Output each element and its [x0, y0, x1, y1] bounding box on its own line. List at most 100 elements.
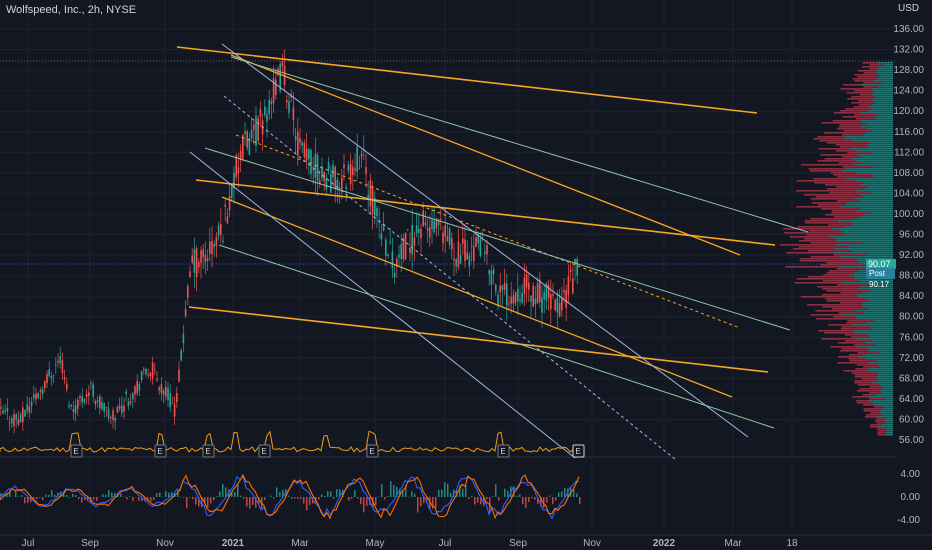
histogram-bar	[579, 497, 581, 505]
histogram-bar	[432, 497, 434, 509]
candle-body	[198, 262, 200, 268]
profile-bar-buy	[876, 114, 893, 116]
histogram-bar	[78, 497, 80, 500]
profile-bar-sell	[821, 338, 855, 340]
profile-bar-buy	[881, 424, 893, 426]
candle-body	[497, 294, 499, 306]
price-axis[interactable]: 136.00 132.00 128.00 124.00 120.00 116.00 112.…	[893, 0, 932, 550]
profile-bar-sell	[834, 216, 862, 218]
histogram-bar	[504, 488, 506, 497]
price-chart[interactable]: E E E E E E E 136.00 132.00 128.00 124.00 120.00 11…	[0, 0, 932, 550]
profile-bar-buy	[869, 290, 893, 292]
symbol-title[interactable]: Wolfspeed, Inc., 2h, NYSE	[6, 4, 136, 16]
candle-body	[343, 164, 345, 169]
profile-bar-buy	[871, 94, 893, 96]
profile-bar-buy	[876, 380, 893, 382]
histogram-bar	[411, 491, 413, 497]
histogram-bar	[378, 496, 380, 497]
volume-path	[0, 430, 577, 453]
candle-body	[400, 244, 402, 259]
profile-bar-buy	[884, 420, 893, 422]
profile-bar-sell	[826, 290, 870, 292]
histogram-bar	[21, 495, 23, 497]
profile-bar-sell	[855, 118, 876, 120]
profile-bar-sell	[864, 416, 878, 418]
profile-bar-buy	[885, 422, 893, 424]
profile-bar-sell	[875, 420, 885, 422]
candle-body	[530, 295, 532, 302]
candle-body	[204, 254, 207, 263]
profile-bar-buy	[866, 370, 893, 372]
histogram-bar	[210, 497, 212, 504]
profile-bar-sell	[844, 334, 868, 336]
profile-bar-sell	[863, 82, 883, 84]
histogram-bar	[270, 495, 272, 497]
profile-bar-sell	[829, 192, 871, 194]
profile-bar-sell	[877, 434, 887, 436]
profile-bar-buy	[866, 322, 893, 324]
candle-body	[30, 402, 33, 407]
profile-bar-buy	[877, 364, 893, 366]
candle-body	[33, 394, 35, 399]
candle-body	[510, 296, 512, 304]
profile-bar-buy	[878, 412, 893, 414]
profile-bar-sell	[804, 222, 852, 224]
price-tick-label: 96.00	[899, 230, 924, 241]
histogram-bar	[54, 494, 56, 497]
profile-bar-buy	[867, 186, 893, 188]
profile-bar-buy	[872, 402, 893, 404]
profile-bar-sell	[873, 406, 885, 408]
profile-bar-sell	[857, 70, 877, 72]
earnings-marker-label: E	[500, 447, 505, 456]
profile-bar-buy	[886, 434, 893, 436]
profile-bar-buy	[865, 354, 893, 356]
profile-bar-sell	[870, 412, 879, 414]
profile-bar-buy	[879, 384, 893, 386]
histogram-bar	[237, 484, 239, 497]
candle-body	[407, 229, 409, 230]
candle-body	[13, 414, 15, 427]
candle-body	[147, 374, 149, 376]
candle-body	[92, 384, 94, 397]
profile-bar-buy	[882, 392, 893, 394]
profile-bar-sell	[841, 326, 870, 328]
profile-bar-sell	[842, 116, 874, 118]
histogram-bar	[219, 491, 221, 497]
profile-bar-sell	[808, 168, 846, 170]
profile-bar-buy	[844, 138, 893, 140]
candle-body	[55, 364, 57, 366]
profile-bar-sell	[826, 188, 864, 190]
currency-label[interactable]: USD	[898, 3, 919, 14]
trendline	[176, 46, 758, 114]
histogram-bar	[102, 494, 104, 497]
profile-bar-buy	[860, 112, 893, 114]
profile-bar-buy	[869, 300, 893, 302]
candle-body	[143, 369, 145, 371]
histogram-bar	[492, 496, 494, 497]
price-tick-label: 116.00	[894, 127, 924, 138]
profile-bar-sell	[877, 430, 887, 432]
candle-body	[534, 298, 537, 305]
candle-body	[79, 395, 81, 398]
profile-bar-buy	[837, 220, 893, 222]
profile-bar-buy	[877, 378, 893, 380]
post-market-tag: Post 90.17	[866, 268, 895, 289]
profile-bar-sell	[826, 272, 856, 274]
histogram-bar	[462, 488, 464, 497]
price-tick-label: 56.00	[899, 435, 924, 446]
price-tick-label: 136.00	[893, 24, 924, 35]
candle-body	[171, 403, 174, 404]
profile-bar-sell	[841, 348, 867, 350]
profile-bar-buy	[874, 344, 893, 346]
profile-bar-sell	[817, 286, 861, 288]
profile-bar-sell	[876, 432, 886, 434]
earnings-markers[interactable]: EEEEEEE	[70, 444, 585, 458]
profile-bar-buy	[862, 306, 893, 308]
candle-body	[565, 290, 567, 308]
profile-bar-sell	[826, 300, 870, 302]
profile-bar-buy	[876, 394, 893, 396]
profile-bar-sell	[822, 306, 863, 308]
profile-bar-buy	[854, 198, 893, 200]
time-axis[interactable]: Jul Sep Nov 2021 Mar May Jul Sep Nov 2022 Mar 18	[0, 534, 932, 549]
profile-bar-buy	[871, 88, 893, 90]
